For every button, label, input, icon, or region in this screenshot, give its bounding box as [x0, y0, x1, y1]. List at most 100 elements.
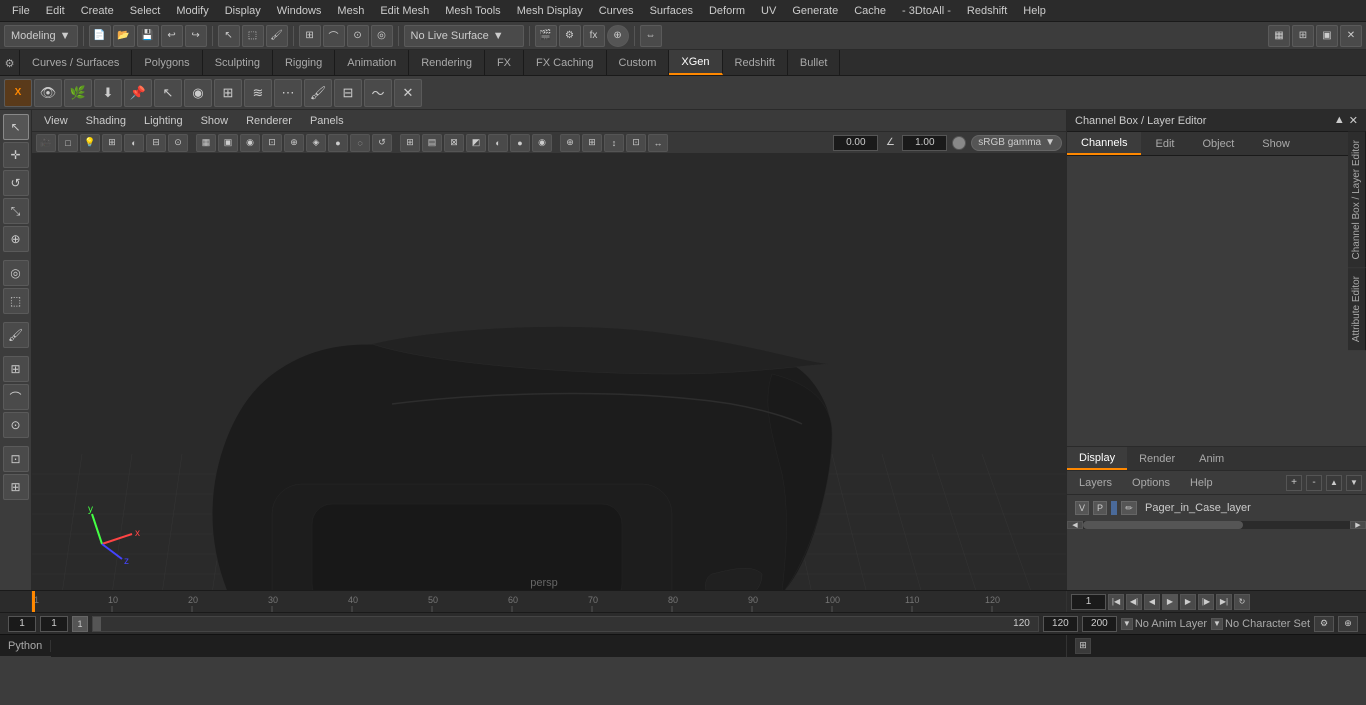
layer-add-btn[interactable]: +	[1286, 475, 1302, 491]
cb-tab-channels[interactable]: Channels	[1067, 132, 1141, 155]
menu-mesh-display[interactable]: Mesh Display	[509, 3, 591, 19]
loop-btn[interactable]: ↻	[1234, 594, 1250, 610]
viewport[interactable]: View Shading Lighting Show Renderer Pane…	[32, 110, 1066, 590]
vp-display12[interactable]: ⊠	[444, 134, 464, 152]
cb-tab-show[interactable]: Show	[1248, 132, 1304, 155]
menu-3dtall[interactable]: - 3DtoAll -	[894, 3, 959, 19]
menu-surfaces[interactable]: Surfaces	[642, 3, 701, 19]
tab-animation[interactable]: Animation	[335, 50, 409, 75]
play-btn[interactable]: ▶	[1162, 594, 1178, 610]
tab-curves-surfaces[interactable]: Curves / Surfaces	[20, 50, 132, 75]
vp-display15[interactable]: ●	[510, 134, 530, 152]
shelf-btn-11[interactable]: ⊟	[334, 79, 362, 107]
tab-xgen[interactable]: XGen	[669, 50, 722, 75]
menu-cache[interactable]: Cache	[846, 3, 894, 19]
status-btn-2[interactable]: ⊕	[1338, 616, 1358, 632]
vp-menu-lighting[interactable]: Lighting	[136, 113, 191, 129]
tab-bullet[interactable]: Bullet	[788, 50, 841, 75]
snap-curve-btn[interactable]: ⌒	[323, 25, 345, 47]
vp-display5[interactable]: ⊕	[284, 134, 304, 152]
snap-point-btn[interactable]: ⊙	[347, 25, 369, 47]
prev-keyframe-btn[interactable]: ◀|	[1126, 594, 1142, 610]
vp-display14[interactable]: ◐	[488, 134, 508, 152]
layout-btn[interactable]: ▦	[1268, 25, 1290, 47]
layer-p-btn[interactable]: P	[1093, 501, 1107, 515]
vp-display16[interactable]: ◉	[532, 134, 552, 152]
vp-display18[interactable]: ⊞	[582, 134, 602, 152]
vp-obj-btn[interactable]: □	[58, 134, 78, 152]
menu-generate[interactable]: Generate	[784, 3, 846, 19]
vp-color-space-dropdown[interactable]: sRGB gamma ▼	[971, 135, 1062, 151]
redo-btn[interactable]: ↪	[185, 25, 207, 47]
render-btn[interactable]: 🎬	[535, 25, 557, 47]
vp-menu-shading[interactable]: Shading	[78, 113, 134, 129]
layer-tab-anim[interactable]: Anim	[1187, 447, 1236, 470]
menu-curves[interactable]: Curves	[591, 3, 642, 19]
sphere-btn[interactable]: ⊕	[607, 25, 629, 47]
channel-box-up-btn[interactable]: ▲	[1334, 114, 1345, 127]
layers-scrollbar[interactable]: ◀ ▶	[1067, 521, 1366, 529]
shelf-btn-12[interactable]: 〜	[364, 79, 392, 107]
universal-tool-btn[interactable]: ⊕	[3, 226, 29, 252]
tabs-settings-icon[interactable]: ⚙	[0, 50, 20, 76]
frame-end-btn[interactable]: ▶|	[1216, 594, 1232, 610]
vp-wire-btn[interactable]: ⊟	[146, 134, 166, 152]
lasso-btn[interactable]: ⬚	[242, 25, 264, 47]
vp-display17[interactable]: ⊕	[560, 134, 580, 152]
menu-uv[interactable]: UV	[753, 3, 784, 19]
tab-polygons[interactable]: Polygons	[132, 50, 202, 75]
snap-curve-left[interactable]: ⌒	[3, 384, 29, 410]
layer-tab-display[interactable]: Display	[1067, 447, 1127, 470]
vp-display4[interactable]: ⊡	[262, 134, 282, 152]
menu-help[interactable]: Help	[1015, 3, 1054, 19]
panel-btn[interactable]: ▣	[1316, 25, 1338, 47]
layer-del-btn[interactable]: -	[1306, 475, 1322, 491]
status-anim-end[interactable]	[1043, 616, 1078, 632]
workspace-dropdown[interactable]: Modeling ▼	[4, 25, 78, 47]
layers-btn-options[interactable]: Options	[1124, 475, 1178, 491]
shelf-btn-5[interactable]: ↖	[154, 79, 182, 107]
paint-btn[interactable]: 🖌	[266, 25, 288, 47]
prev-frame-btn[interactable]: ◀	[1144, 594, 1160, 610]
shelf-btn-4[interactable]: 📌	[124, 79, 152, 107]
cmd-input[interactable]	[51, 635, 1066, 657]
menu-modify[interactable]: Modify	[168, 3, 216, 19]
layers-scroll-left[interactable]: ◀	[1067, 521, 1083, 529]
soft-select-btn[interactable]: ◎	[3, 260, 29, 286]
grid-snap2[interactable]: ⊞	[3, 474, 29, 500]
layer-down-btn[interactable]: ▼	[1346, 475, 1362, 491]
status-frame2[interactable]	[40, 616, 68, 632]
vp-display8[interactable]: ◌	[350, 134, 370, 152]
shelf-btn-7[interactable]: ⊞	[214, 79, 242, 107]
layer-row-0[interactable]: V P ✏ Pager_in_Case_layer	[1071, 497, 1362, 519]
vp-display21[interactable]: ↔	[648, 134, 668, 152]
vertical-label-channel-box[interactable]: Channel Box / Layer Editor	[1348, 132, 1366, 268]
shelf-btn-6[interactable]: ◉	[184, 79, 212, 107]
tab-rendering[interactable]: Rendering	[409, 50, 485, 75]
anim-layer-arrow[interactable]: ▼	[1121, 618, 1133, 630]
frame-start-btn[interactable]: |◀	[1108, 594, 1124, 610]
vp-menu-view[interactable]: View	[36, 113, 76, 129]
vertical-label-attribute-editor[interactable]: Attribute Editor	[1348, 268, 1366, 350]
lasso-btn-left[interactable]: ⬚	[3, 288, 29, 314]
shelf-btn-13[interactable]: ✕	[394, 79, 422, 107]
vp-display10[interactable]: ⊞	[400, 134, 420, 152]
close-panel-btn[interactable]: ✕	[1340, 25, 1362, 47]
live-surface-dropdown[interactable]: No Live Surface ▼	[404, 25, 524, 47]
menu-file[interactable]: File	[4, 3, 38, 19]
vp-menu-show[interactable]: Show	[193, 113, 237, 129]
layers-scroll-thumb[interactable]	[1083, 521, 1243, 529]
vp-display13[interactable]: ◩	[466, 134, 486, 152]
status-frame1[interactable]	[8, 616, 36, 632]
menu-create[interactable]: Create	[73, 3, 122, 19]
select-tool-btn[interactable]: ↖	[3, 114, 29, 140]
menu-windows[interactable]: Windows	[269, 3, 330, 19]
cmd-expand-btn[interactable]: ⊞	[1075, 638, 1091, 654]
current-frame-input[interactable]	[1071, 594, 1106, 610]
save-scene-btn[interactable]: 💾	[137, 25, 159, 47]
mirror-btn[interactable]: ⇔	[640, 25, 662, 47]
render-settings-btn[interactable]: ⚙	[559, 25, 581, 47]
tab-custom[interactable]: Custom	[607, 50, 670, 75]
scale-tool-btn[interactable]: ⤡	[3, 198, 29, 224]
status-fps[interactable]	[1082, 616, 1117, 632]
